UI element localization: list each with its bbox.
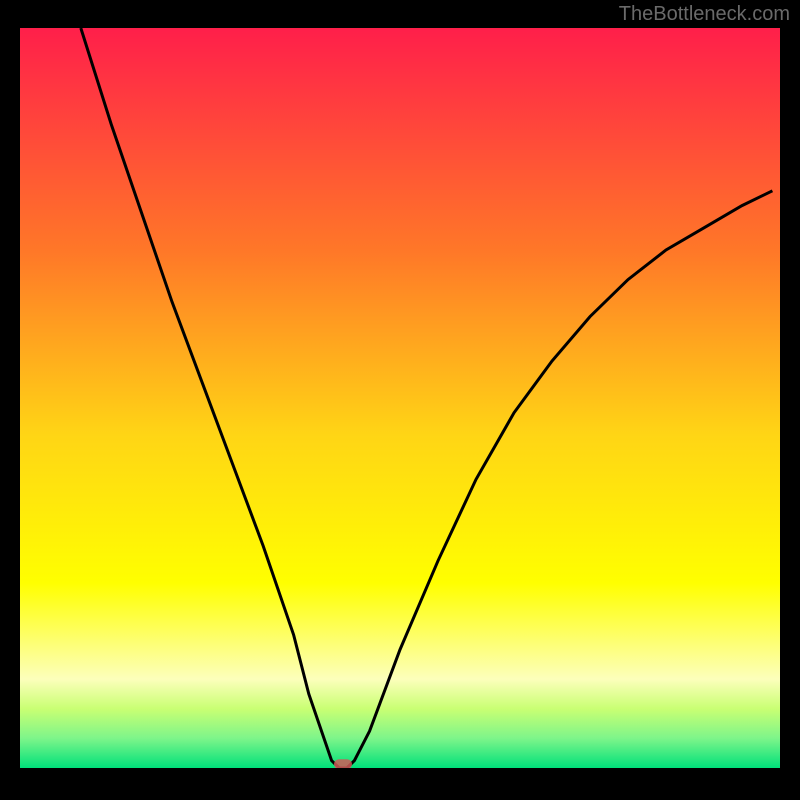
plot-area bbox=[20, 28, 780, 768]
chart-container: TheBottleneck.com bbox=[0, 0, 800, 800]
chart-svg bbox=[20, 28, 780, 768]
gradient-bg bbox=[20, 28, 780, 768]
attribution-text: TheBottleneck.com bbox=[0, 0, 800, 28]
marker-point bbox=[334, 759, 352, 768]
